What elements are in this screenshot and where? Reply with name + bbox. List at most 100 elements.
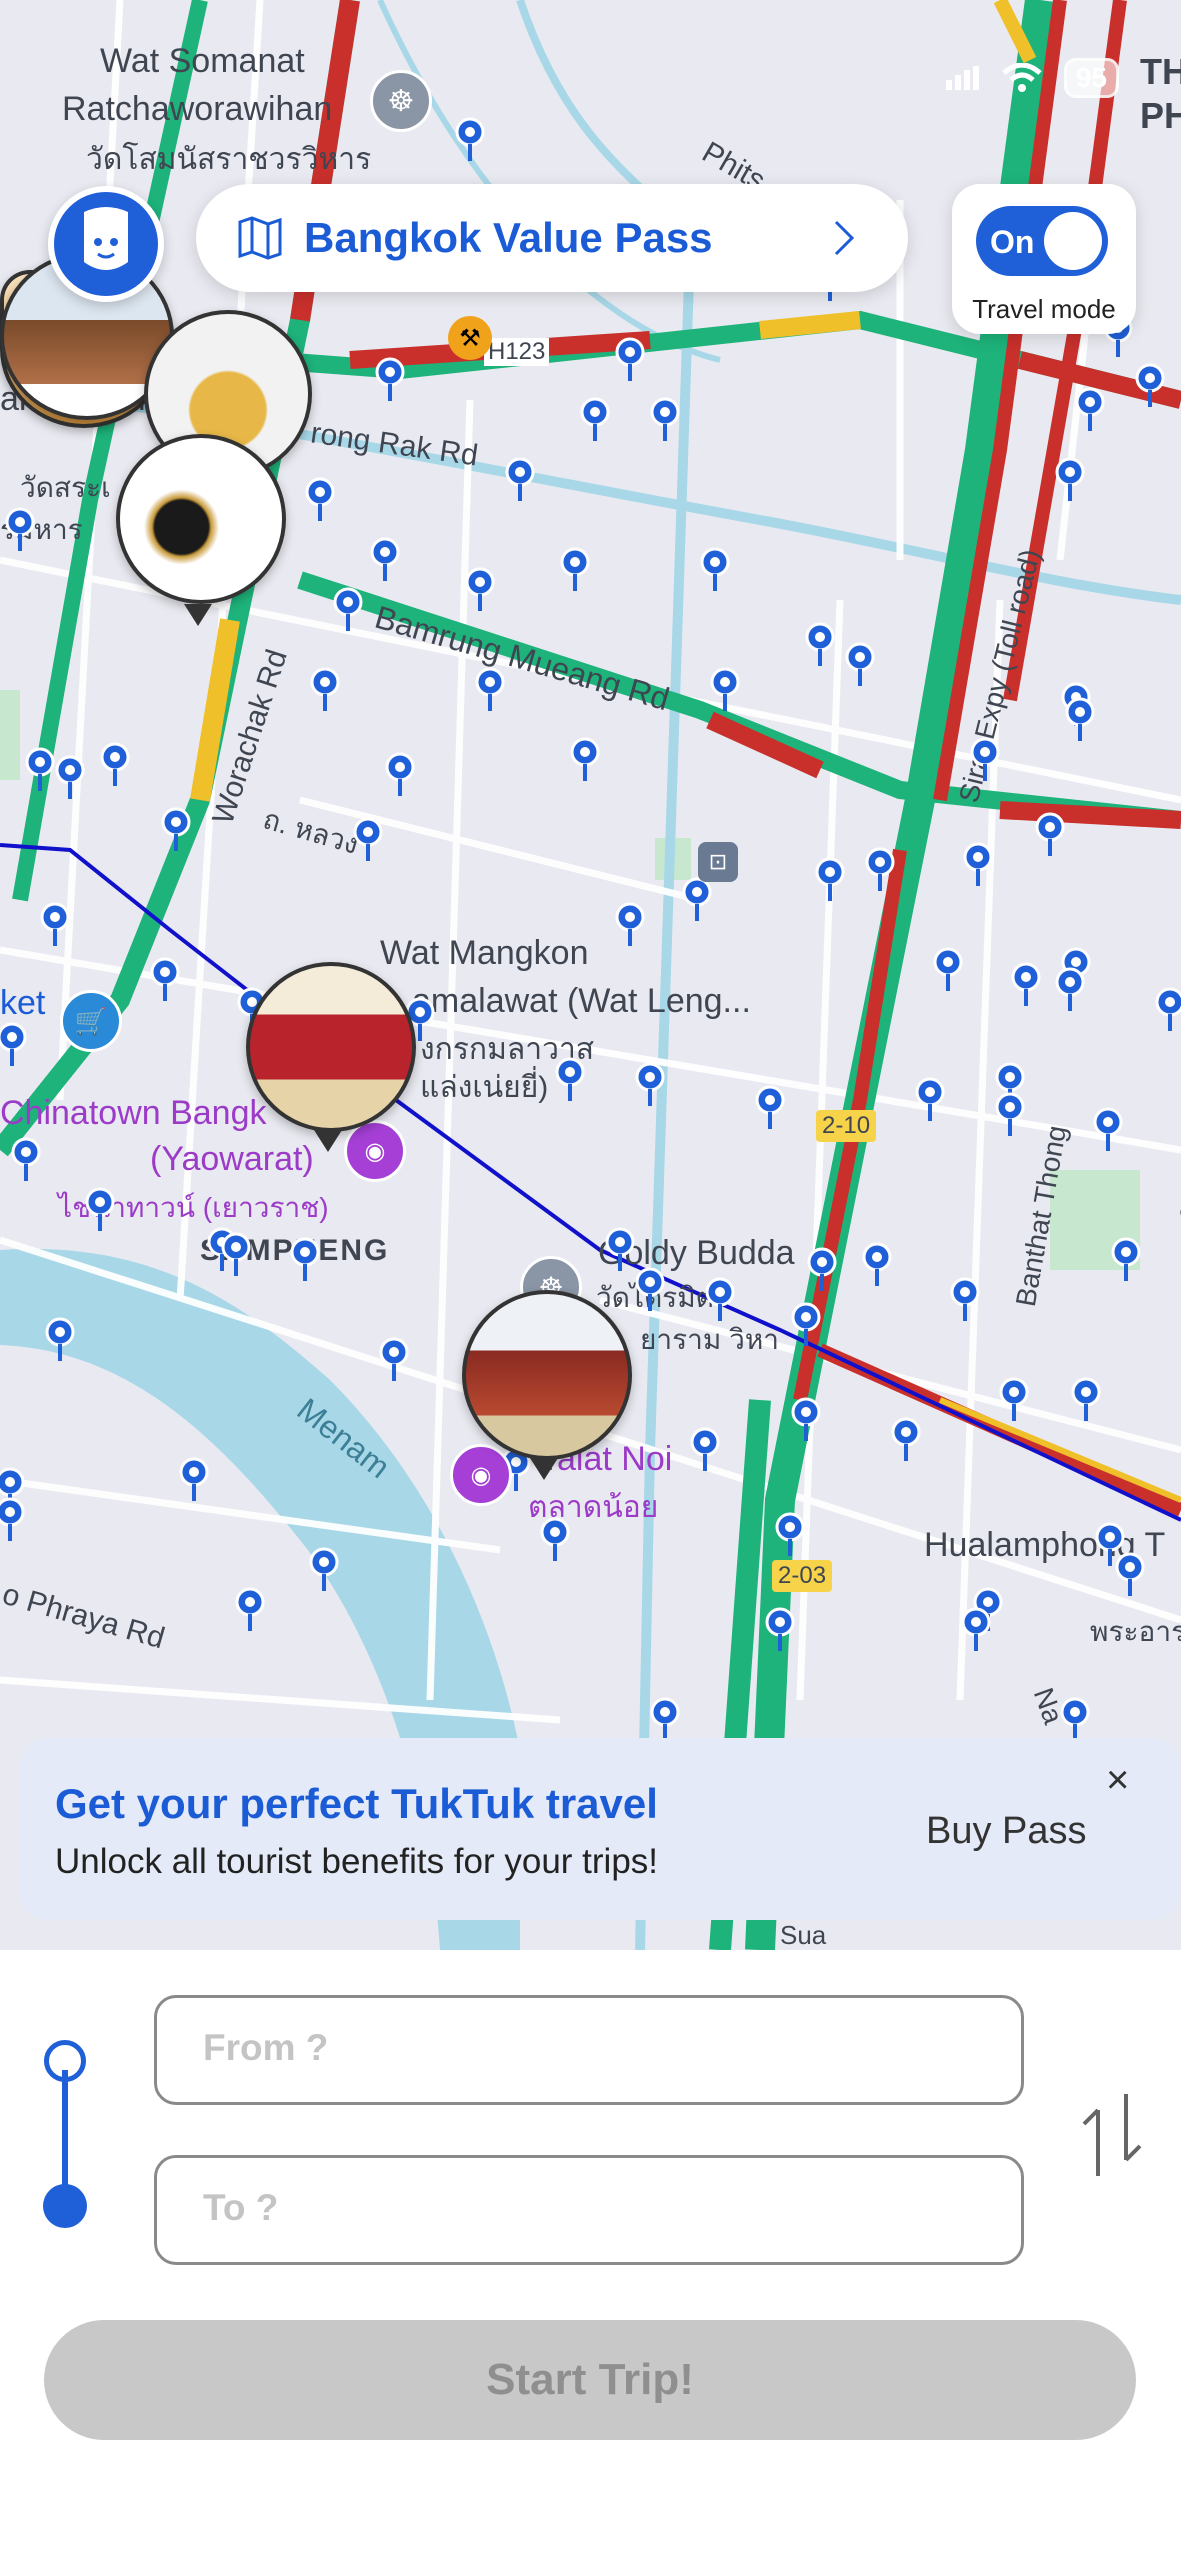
map-pin-icon[interactable] — [789, 1397, 823, 1443]
map-pin-icon[interactable] — [383, 752, 417, 798]
map-pin-icon[interactable] — [959, 1607, 993, 1653]
map-pin-icon[interactable] — [860, 1242, 894, 1288]
map-pin-icon[interactable] — [961, 842, 995, 888]
map-pin-icon[interactable] — [1153, 987, 1181, 1033]
from-field[interactable] — [154, 1995, 1024, 2105]
map-pin-icon[interactable] — [303, 477, 337, 523]
map-pin-icon[interactable] — [1113, 1552, 1147, 1598]
profile-button[interactable] — [48, 186, 164, 302]
map-pin-icon[interactable] — [1033, 812, 1067, 858]
map-pin-icon[interactable] — [1073, 387, 1107, 433]
map-pin-icon[interactable] — [503, 457, 537, 503]
map-pin-icon[interactable] — [83, 1187, 117, 1233]
travel-mode-toggle[interactable]: On — [976, 206, 1108, 276]
map-pin-icon[interactable] — [1091, 1107, 1125, 1153]
map-pin-icon[interactable] — [0, 1022, 29, 1068]
map-pin-icon[interactable] — [377, 1337, 411, 1383]
map-pin-icon[interactable] — [648, 397, 682, 443]
map-pin-icon[interactable] — [0, 1497, 27, 1543]
map-pin-icon[interactable] — [553, 1057, 587, 1103]
map-pin-icon[interactable] — [863, 847, 897, 893]
map-pin-icon[interactable] — [753, 1085, 787, 1131]
map-pin-icon[interactable] — [789, 1302, 823, 1348]
map-pin-icon[interactable] — [773, 1512, 807, 1558]
map-pin-icon[interactable] — [997, 1377, 1031, 1423]
map-pin-icon[interactable] — [633, 1267, 667, 1313]
map-pin-icon[interactable] — [1133, 363, 1167, 409]
map-pin-icon[interactable] — [803, 622, 837, 668]
close-icon[interactable]: × — [1106, 1758, 1129, 1803]
from-input[interactable] — [201, 2026, 985, 2070]
shopping-cart-icon[interactable]: 🛒 — [60, 990, 122, 1052]
map-pin-icon[interactable] — [177, 1457, 211, 1503]
map-pin-icon[interactable] — [38, 902, 72, 948]
map-pin-icon[interactable] — [1053, 967, 1087, 1013]
map-pin-icon[interactable] — [43, 1317, 77, 1363]
map-pin-icon[interactable] — [1009, 962, 1043, 1008]
map-pin-icon[interactable] — [368, 537, 402, 583]
map-pin-icon[interactable] — [763, 1607, 797, 1653]
map-pin-icon[interactable] — [843, 642, 877, 688]
map-pin-icon[interactable] — [1063, 697, 1097, 743]
map-pin-icon[interactable] — [633, 1062, 667, 1108]
map-pin-icon[interactable] — [159, 807, 193, 853]
map-pin-icon[interactable] — [288, 1237, 322, 1283]
map-pin-icon[interactable] — [308, 667, 342, 713]
map-pin-icon[interactable] — [698, 547, 732, 593]
attraction-thumb-talat-noi-shrine[interactable] — [462, 1290, 632, 1460]
map-pin-icon[interactable] — [148, 957, 182, 1003]
map-pin-icon[interactable] — [373, 357, 407, 403]
camera-poi-icon[interactable]: ◉ — [344, 1120, 406, 1182]
map-pin-icon[interactable] — [703, 1277, 737, 1323]
attraction-thumb-monk-bowls[interactable] — [116, 434, 286, 604]
map-pin-icon[interactable] — [805, 1247, 839, 1293]
map-pin-icon[interactable] — [688, 1427, 722, 1473]
map-pin-icon[interactable] — [233, 1587, 267, 1633]
map-pin-icon[interactable] — [708, 667, 742, 713]
map-pin-icon[interactable] — [948, 1277, 982, 1323]
start-trip-button[interactable]: Start Trip! — [44, 2320, 1136, 2440]
map-pin-icon[interactable] — [603, 1227, 637, 1273]
map-pin-icon[interactable] — [613, 902, 647, 948]
map-pin-icon[interactable] — [993, 1092, 1027, 1138]
map-pin-icon[interactable] — [1109, 1237, 1143, 1283]
map-pin-icon[interactable] — [1053, 457, 1087, 503]
map-pin-icon[interactable] — [3, 507, 37, 553]
map-pin-icon[interactable] — [1069, 1377, 1103, 1423]
map-pin-icon[interactable] — [568, 737, 602, 783]
to-input[interactable] — [201, 2186, 985, 2230]
map-pin-icon[interactable] — [219, 1232, 253, 1278]
to-field[interactable] — [154, 2155, 1024, 2265]
construction-icon[interactable]: ⚒ — [448, 316, 492, 360]
buy-pass-button[interactable]: Buy Pass — [926, 1810, 1087, 1853]
value-pass-button[interactable]: Bangkok Value Pass — [196, 184, 908, 292]
map-pin-icon[interactable] — [331, 587, 365, 633]
train-station-icon[interactable]: ⊡ — [698, 842, 738, 882]
map-pin-icon[interactable] — [538, 1517, 572, 1563]
map-pin-icon[interactable] — [680, 877, 714, 923]
map-pin-icon[interactable] — [473, 667, 507, 713]
promo-banner[interactable]: Get your perfect TukTuk travel Unlock al… — [20, 1738, 1180, 1920]
map-pin-icon[interactable] — [307, 1547, 341, 1593]
map-pin-icon[interactable] — [578, 397, 612, 443]
camera-poi-icon[interactable]: ◉ — [450, 1444, 512, 1506]
map-pin-icon[interactable] — [648, 1697, 682, 1743]
map-pin-icon[interactable] — [558, 547, 592, 593]
map-pin-icon[interactable] — [351, 817, 385, 863]
map-pin-icon[interactable] — [98, 742, 132, 788]
map-pin-icon[interactable] — [463, 567, 497, 613]
map-pin-icon[interactable] — [889, 1417, 923, 1463]
map-pin-icon[interactable] — [913, 1077, 947, 1123]
map-pin-icon[interactable] — [53, 755, 87, 801]
map-pin-icon[interactable] — [9, 1137, 43, 1183]
map-pin-icon[interactable] — [813, 857, 847, 903]
map-pin-icon[interactable] — [1058, 1697, 1092, 1743]
map-pin-icon[interactable] — [968, 737, 1002, 783]
attraction-thumb-chinatown-gate[interactable] — [246, 962, 416, 1132]
temple-icon[interactable]: ☸ — [370, 70, 432, 132]
map-pin-icon[interactable] — [613, 337, 647, 383]
map-pin-icon[interactable] — [23, 747, 57, 793]
map-pin-icon[interactable] — [453, 117, 487, 163]
swap-icon[interactable] — [1076, 2090, 1148, 2180]
map-pin-icon[interactable] — [931, 947, 965, 993]
